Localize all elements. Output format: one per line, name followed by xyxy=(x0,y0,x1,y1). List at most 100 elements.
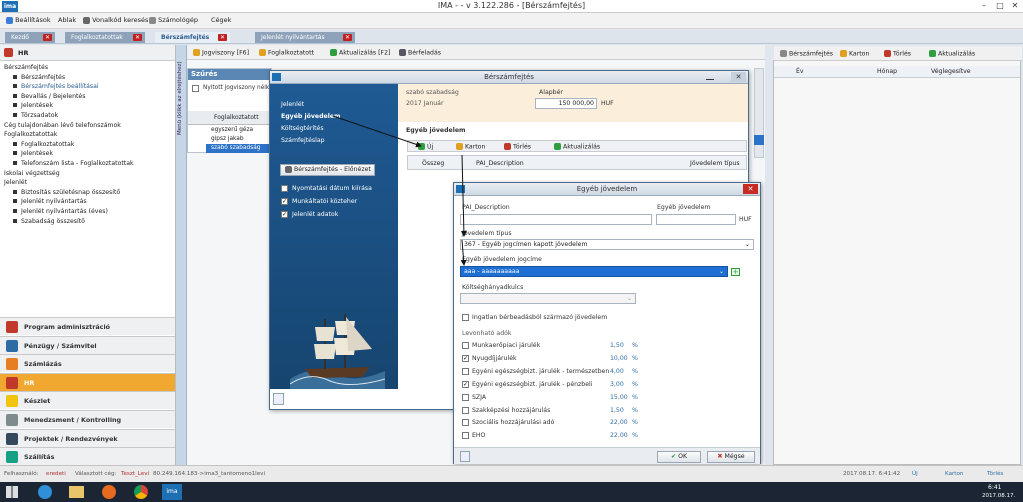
module-6[interactable]: Projektek / Rendezvények xyxy=(0,428,175,447)
nyitott-jogviszony-checkbox[interactable] xyxy=(192,85,199,92)
tree-item[interactable]: Iskolai végzettség xyxy=(4,170,60,177)
module-5[interactable]: Menedzsment / Kontrolling xyxy=(0,410,175,428)
nav-item[interactable]: Jelenlét xyxy=(281,101,304,108)
aktualizalas-button[interactable]: Aktualizálás [F2] xyxy=(330,49,390,57)
menu-collapse-strip[interactable]: Menü (klikk az elrejtéshez) xyxy=(176,45,187,465)
ima-taskbar-icon[interactable]: ima xyxy=(162,484,182,500)
tab-kezdo[interactable]: Kezdő ✕ xyxy=(5,32,55,43)
tree-item[interactable]: Jelenlét nyilvántartás xyxy=(13,198,87,205)
close-button[interactable]: ✕ xyxy=(731,72,746,82)
employee-row[interactable]: egyszerű géza xyxy=(211,127,253,133)
tax-checkbox[interactable] xyxy=(462,432,469,440)
tab-jelenlet[interactable]: Jelenlét nyilvántartás ✕ xyxy=(255,32,355,43)
close-icon[interactable]: ✕ xyxy=(218,34,227,41)
module-7[interactable]: Szállítás xyxy=(0,447,175,466)
maximize-button[interactable]: □ xyxy=(993,0,1007,12)
tree-item[interactable]: Bérszámfejtés xyxy=(4,64,48,71)
module-4[interactable]: Készlet xyxy=(0,391,175,410)
tree-item[interactable]: Szabadság összesítő xyxy=(13,218,85,225)
tree-item[interactable]: Biztosítás születésnap összesítő xyxy=(13,189,120,196)
menu-item-szamologep[interactable]: Számológép xyxy=(149,16,198,24)
tax-checkbox[interactable] xyxy=(462,419,469,427)
module-0[interactable]: Program adminisztráció xyxy=(0,317,175,335)
jogcim-select[interactable]: aaa - aaaaaaaaaa ⌄ xyxy=(460,266,728,277)
cancel-icon: ✖ xyxy=(717,453,723,460)
tax-checkbox[interactable] xyxy=(462,367,469,375)
karton-button[interactable]: Karton xyxy=(840,50,869,58)
tree-item[interactable]: Bérszámfejtés xyxy=(13,74,65,81)
aktualizalas-button[interactable]: Aktualizálás xyxy=(929,50,975,58)
aktualizalas-button[interactable]: Aktualizálás xyxy=(554,143,600,151)
cancel-button[interactable]: ✖ Mégse xyxy=(707,451,755,463)
tax-checkbox[interactable]: ✓ xyxy=(462,354,469,362)
close-icon[interactable]: ✕ xyxy=(343,34,352,41)
jovedelem-tipus-select[interactable]: 367 - Egyéb jogcímen kapott jövedelem ⌄ xyxy=(460,239,754,250)
tree-item[interactable]: Jelentések xyxy=(13,150,53,157)
minimize-button[interactable]: – xyxy=(977,0,991,12)
foglalkoztatott-button[interactable]: Foglalkoztatott xyxy=(259,49,314,57)
close-icon[interactable]: ✕ xyxy=(133,34,142,41)
berszamfejtes-option-checkbox[interactable] xyxy=(281,185,288,192)
tree-item[interactable]: Telefonszám lista - Foglalkoztatottak xyxy=(13,160,134,167)
torles-button[interactable]: Törlés xyxy=(884,50,911,58)
close-button[interactable]: ✕ xyxy=(743,184,758,194)
ship-illustration xyxy=(290,314,385,389)
koltseghanyad-select[interactable]: ⌄ xyxy=(460,293,636,304)
module-icon xyxy=(6,414,18,426)
uj-button[interactable]: Új xyxy=(418,143,433,151)
berszamfejtes-option-checkbox[interactable]: ✓ xyxy=(281,211,288,218)
karton-button[interactable]: Karton xyxy=(456,143,485,151)
tree-item[interactable]: Cég tulajdonában lévő telefonszámok xyxy=(4,122,121,129)
tax-checkbox[interactable] xyxy=(462,342,469,349)
tree-item[interactable]: Bérszámfejtés beállításai xyxy=(13,83,99,90)
tab-foglalkoztatottak[interactable]: Foglalkoztatottak ✕ xyxy=(65,32,145,43)
employee-row-selected[interactable]: szabó szabadság xyxy=(206,144,270,153)
print-icon[interactable] xyxy=(273,393,284,405)
nav-item[interactable]: Költségtérítés xyxy=(281,125,324,132)
nav-item[interactable]: Egyéb jövedelem xyxy=(281,113,340,120)
add-icon[interactable]: + xyxy=(731,268,740,276)
close-icon[interactable]: ✕ xyxy=(43,34,52,41)
tree-item[interactable]: Foglalkoztatottak xyxy=(13,141,74,148)
menu-item-ablak[interactable]: Ablak xyxy=(58,16,76,24)
berfeladas-button[interactable]: Bérfeladás xyxy=(399,49,441,57)
firefox-icon[interactable] xyxy=(102,485,116,499)
folder-icon[interactable] xyxy=(69,486,84,498)
preview-button[interactable]: Bérszámfejtés - Előnézet xyxy=(280,164,375,176)
start-icon[interactable] xyxy=(6,486,18,498)
module-3[interactable]: HR xyxy=(0,372,175,391)
alapber-field[interactable]: 150 000,00 xyxy=(535,98,597,109)
berszamfejtes-option-checkbox[interactable]: ✓ xyxy=(281,198,288,205)
settings-icon xyxy=(6,16,13,24)
tax-checkbox[interactable] xyxy=(462,406,469,414)
tax-checkbox[interactable] xyxy=(462,393,469,401)
module-2[interactable]: Számlázás xyxy=(0,354,175,373)
chevron-down-icon: ⌄ xyxy=(744,241,750,248)
module-1[interactable]: Pénzügy / Számvitel xyxy=(0,335,175,354)
jogviszony-button[interactable]: Jogviszony [F6] xyxy=(193,49,249,57)
berszamfejtes-button[interactable]: Bérszámfejtés xyxy=(780,50,833,58)
pai-description-input[interactable] xyxy=(460,214,652,225)
ok-button[interactable]: ✔ OK xyxy=(657,451,701,463)
tree-item[interactable]: Bevallás / Bejelentés xyxy=(13,93,85,100)
print-icon[interactable] xyxy=(460,451,470,462)
menu-item-beallitasok[interactable]: Beállítások xyxy=(6,16,51,24)
tree-item[interactable]: Jelentések xyxy=(13,102,53,109)
tree-item[interactable]: Jelenlét xyxy=(4,179,27,186)
ie-icon[interactable] xyxy=(38,485,52,499)
torles-button[interactable]: Törlés xyxy=(504,143,531,151)
tree-item[interactable]: Foglalkoztatottak xyxy=(4,131,57,138)
employee-row[interactable]: gipsz jakab xyxy=(211,136,244,142)
tab-berszamfejtes[interactable]: Bérszámfejtés ✕ xyxy=(155,32,230,43)
tree-item[interactable]: Jelenlét nyilvántartás (éves) xyxy=(13,208,108,215)
tax-checkbox[interactable]: ✓ xyxy=(462,380,469,388)
menu-item-cegek[interactable]: Cégek xyxy=(211,16,231,24)
egyeb-jovedelem-input[interactable] xyxy=(656,214,736,225)
close-button[interactable]: ✕ xyxy=(1008,0,1022,12)
tree-item[interactable]: Törzsadatok xyxy=(13,112,58,119)
nav-item[interactable]: Számfejtéslap xyxy=(281,137,325,144)
minimize-button[interactable] xyxy=(706,74,714,80)
ingatlan-checkbox[interactable] xyxy=(462,314,469,321)
chrome-icon[interactable] xyxy=(134,485,148,499)
menu-item-vonalkod[interactable]: Vonalkód keresés xyxy=(83,16,148,24)
